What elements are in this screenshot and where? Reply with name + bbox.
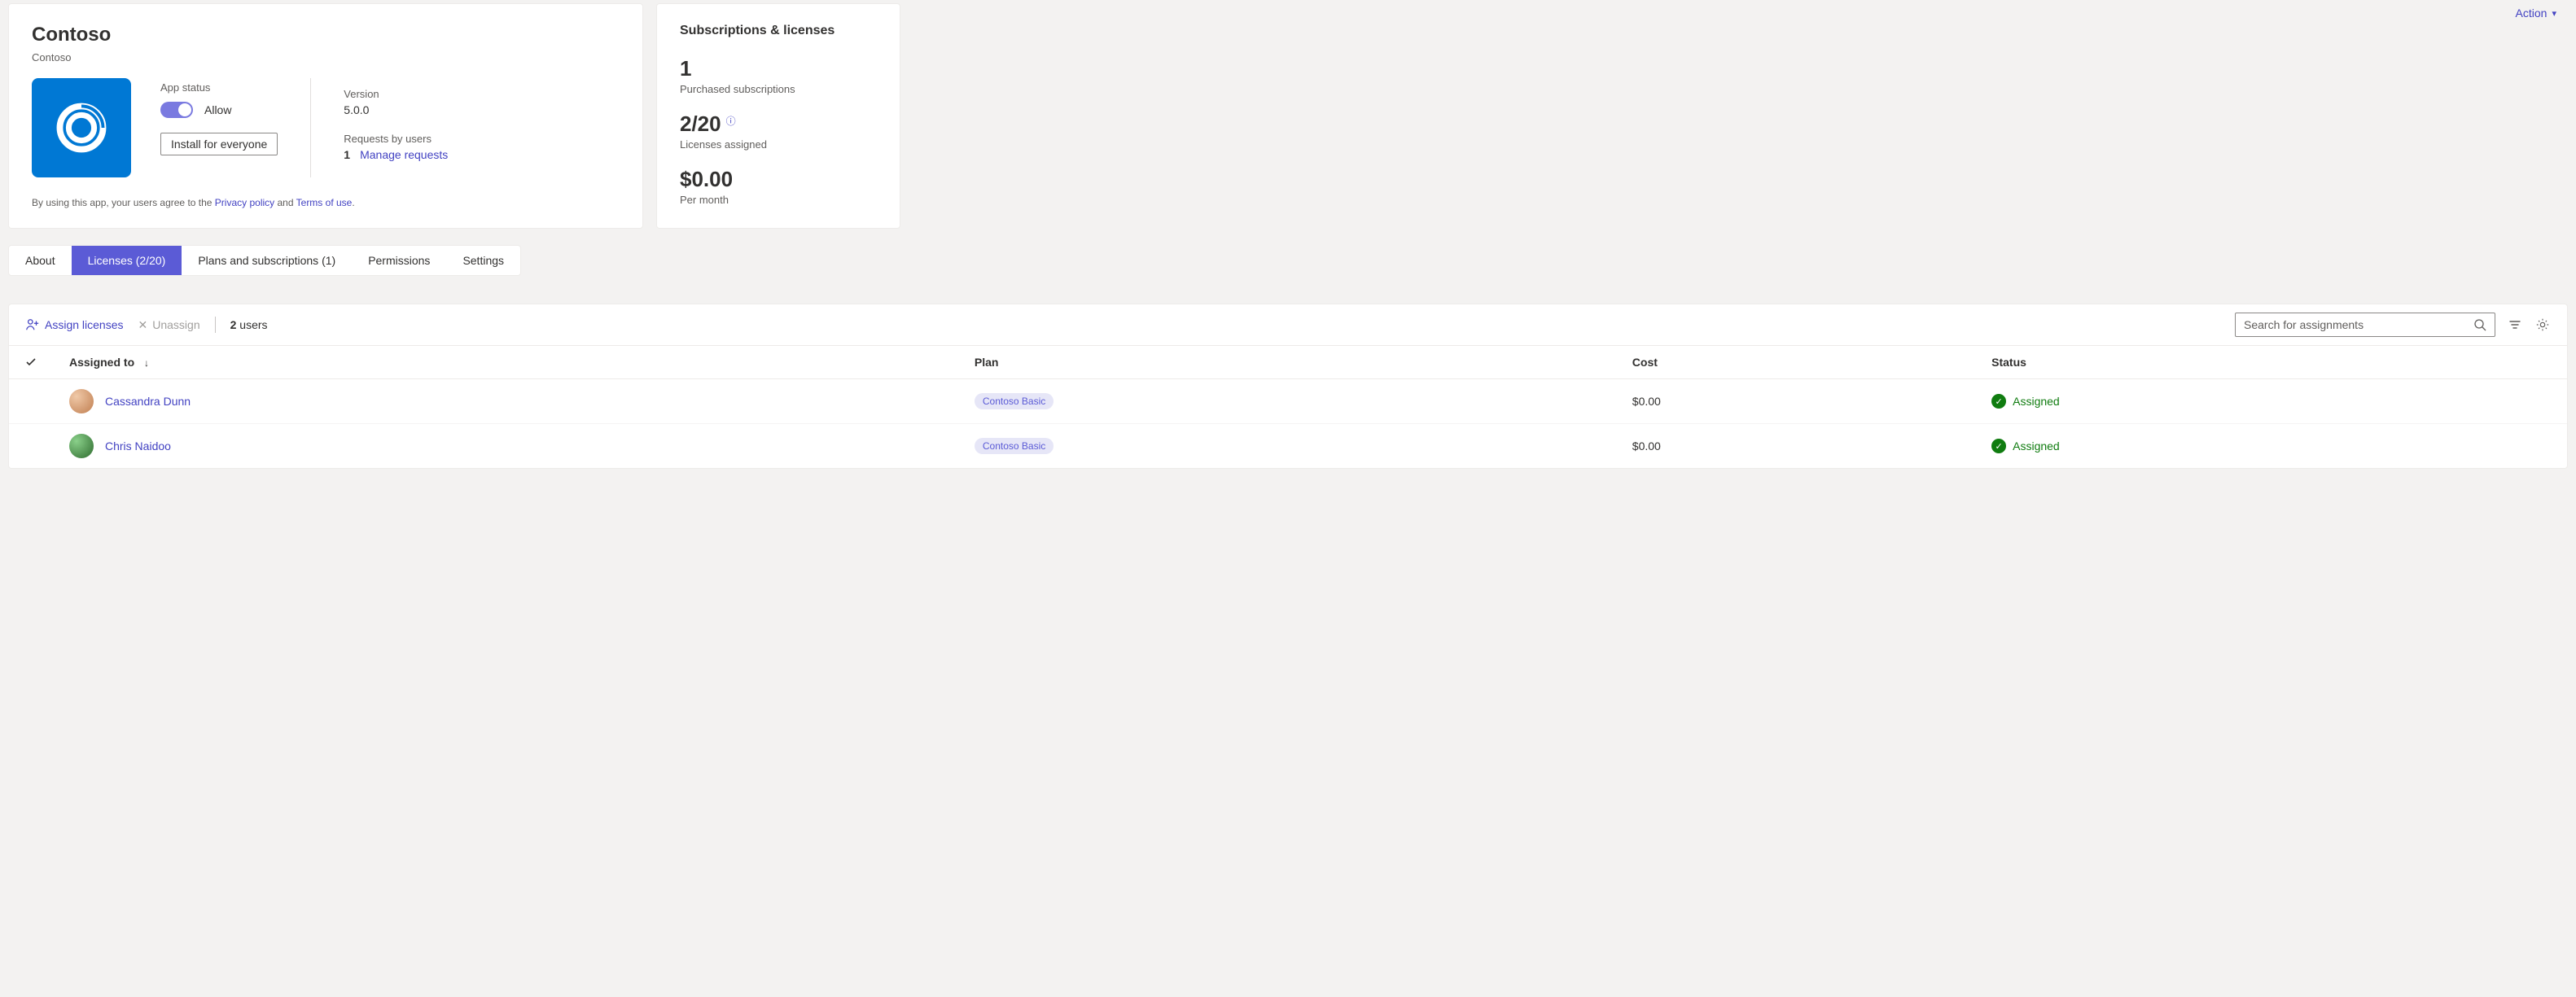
tab-plans[interactable]: Plans and subscriptions (1) [182,246,352,275]
unassign-label: Unassign [152,318,199,331]
status-label: Assigned [2013,395,2060,408]
select-all-checkbox[interactable] [9,346,53,379]
search-assignments-input[interactable] [2235,313,2495,337]
policy-and: and [274,197,296,208]
user-count-label: users [236,318,267,331]
close-icon: ✕ [138,318,148,332]
tabs-bar: About Licenses (2/20) Plans and subscrip… [8,245,521,276]
row-checkbox[interactable] [9,424,53,469]
chevron-down-icon: ▾ [2552,8,2556,19]
column-header-cost[interactable]: Cost [1616,346,1975,379]
row-checkbox[interactable] [9,379,53,424]
checkmark-icon: ✓ [1991,394,2006,409]
policy-prefix: By using this app, your users agree to t… [32,197,215,208]
plan-badge: Contoso Basic [975,393,1054,409]
requests-count: 1 [344,148,350,161]
search-input-field[interactable] [2244,318,2473,331]
version-value: 5.0.0 [344,103,620,116]
version-label: Version [344,88,620,100]
licenses-table: Assigned to ↓ Plan Cost Status Cassandra… [9,345,2567,468]
checkmark-icon: ✓ [1991,439,2006,453]
column-header-plan[interactable]: Plan [958,346,1616,379]
column-header-status[interactable]: Status [1975,346,2567,379]
policy-text: By using this app, your users agree to t… [32,197,620,208]
purchased-count: 1 [680,56,877,81]
cost-label: Per month [680,194,877,206]
action-dropdown-label: Action [2516,7,2548,20]
subscriptions-card: Subscriptions & licenses 1 Purchased sub… [656,3,900,229]
cost-cell: $0.00 [1616,424,1975,469]
status-label: Assigned [2013,439,2060,453]
assign-licenses-label: Assign licenses [45,318,124,331]
column-header-assigned-to[interactable]: Assigned to ↓ [53,346,958,379]
cost-value: $0.00 [680,167,877,192]
requests-label: Requests by users [344,133,620,145]
terms-of-use-link[interactable]: Terms of use [296,197,353,208]
app-subtitle: Contoso [32,51,620,63]
tab-permissions[interactable]: Permissions [352,246,446,275]
app-overview-card: Contoso Contoso App status Allow I [8,3,643,229]
filter-icon[interactable] [2507,317,2523,333]
licenses-label: Licenses assigned [680,138,877,151]
app-status-toggle[interactable] [160,102,193,118]
subscriptions-heading: Subscriptions & licenses [680,24,877,38]
app-title: Contoso [32,24,620,46]
tab-licenses[interactable]: Licenses (2/20) [72,246,182,275]
search-icon [2473,318,2486,331]
tab-about[interactable]: About [9,246,72,275]
assign-licenses-button[interactable]: Assign licenses [25,317,124,332]
policy-suffix: . [352,197,354,208]
gear-icon[interactable] [2534,317,2551,333]
privacy-policy-link[interactable]: Privacy policy [215,197,274,208]
user-count: 2 users [230,318,268,331]
table-row[interactable]: Cassandra Dunn Contoso Basic $0.00 ✓ Ass… [9,379,2567,424]
status-badge: ✓ Assigned [1991,394,2551,409]
app-logo-icon [32,78,131,177]
manage-requests-link[interactable]: Manage requests [360,148,448,161]
action-dropdown[interactable]: Action ▾ [2516,7,2556,20]
cost-cell: $0.00 [1616,379,1975,424]
app-status-label: App status [160,81,278,94]
licenses-panel: Assign licenses ✕ Unassign 2 users [8,304,2568,469]
sort-down-icon: ↓ [144,357,149,369]
plan-badge: Contoso Basic [975,438,1054,454]
tab-settings[interactable]: Settings [446,246,520,275]
avatar [69,434,94,458]
divider [310,78,311,177]
user-name-link[interactable]: Cassandra Dunn [105,395,191,408]
user-name-link[interactable]: Chris Naidoo [105,439,171,453]
info-icon[interactable]: ⓘ [726,114,736,128]
people-add-icon [25,317,40,332]
column-header-assigned-to-label: Assigned to [69,356,134,369]
app-status-toggle-label: Allow [204,103,231,116]
status-badge: ✓ Assigned [1991,439,2551,453]
avatar [69,389,94,413]
install-for-everyone-button[interactable]: Install for everyone [160,133,278,155]
licenses-ratio: 2/20 [680,112,721,137]
unassign-button: ✕ Unassign [138,318,200,332]
divider [215,317,216,333]
table-row[interactable]: Chris Naidoo Contoso Basic $0.00 ✓ Assig… [9,424,2567,469]
purchased-label: Purchased subscriptions [680,83,877,95]
